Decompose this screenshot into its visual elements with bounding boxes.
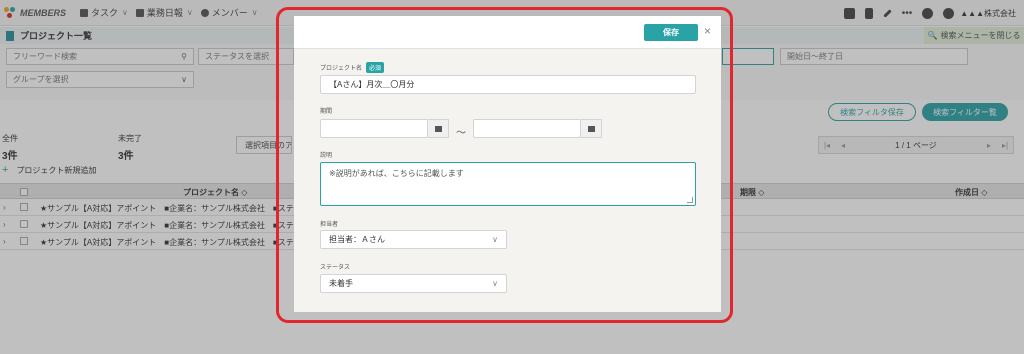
highlight-frame bbox=[276, 7, 733, 323]
